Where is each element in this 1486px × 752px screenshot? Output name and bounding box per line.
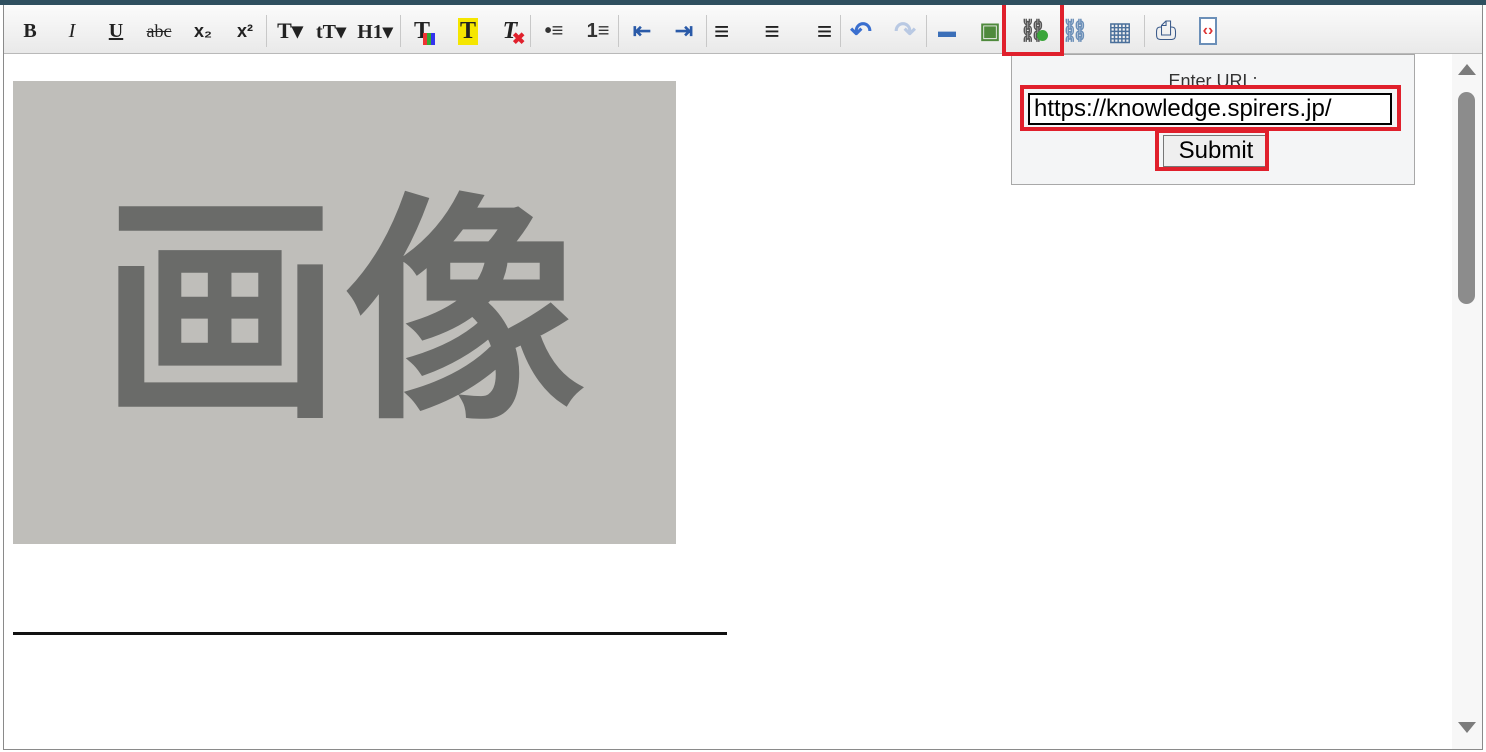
align-right-button[interactable]: ≡ [800, 13, 832, 49]
font-family-button[interactable]: T▾ [274, 13, 306, 49]
text-color-button[interactable]: T [406, 13, 438, 49]
scroll-up-arrow-icon[interactable] [1458, 64, 1476, 75]
toolbar-separator [840, 15, 841, 47]
bulleted-list-button[interactable]: •≡ [538, 13, 570, 49]
strikethrough-button[interactable]: abc [140, 13, 178, 49]
align-left-icon: ≡ [714, 15, 730, 46]
heading-icon: H1▾ [357, 20, 393, 43]
highlight-icon: T [457, 17, 478, 45]
indent-button[interactable]: ⇥ [668, 13, 700, 49]
view-source-button[interactable]: ‹› [1194, 13, 1222, 49]
highlight-color-button[interactable]: T [452, 13, 484, 49]
strikethrough-icon: abc [146, 20, 172, 41]
toolbar-separator [530, 15, 531, 47]
link-popup: Enter URL: Submit [1011, 54, 1415, 185]
toolbar-separator [1144, 15, 1145, 47]
toolbar-separator [706, 15, 707, 47]
source-code-icon: ‹› [1198, 17, 1218, 45]
align-center-button[interactable]: ≡ [756, 13, 788, 49]
outdent-button[interactable]: ⇤ [626, 13, 658, 49]
bold-icon: B [23, 19, 37, 42]
color-swatch-icon [423, 33, 435, 45]
toolbar-separator [618, 15, 619, 47]
image-text: 画像 [100, 172, 589, 453]
redo-button[interactable]: ↷ [890, 13, 920, 49]
undo-icon: ↶ [850, 15, 872, 46]
font-size-icon: tT▾ [315, 20, 347, 43]
table-icon: ▦ [1107, 15, 1133, 46]
scroll-down-arrow-icon[interactable] [1458, 722, 1476, 733]
underline-icon: U [108, 19, 124, 42]
italic-icon: I [68, 19, 76, 42]
align-right-icon: ≡ [816, 15, 832, 46]
bulleted-list-icon: •≡ [544, 19, 564, 42]
superscript-button[interactable]: x² [230, 13, 260, 49]
undo-button[interactable]: ↶ [846, 13, 876, 49]
redo-icon: ↷ [894, 15, 916, 46]
remove-link-button[interactable]: ⛓ [1060, 13, 1090, 49]
red-x-icon: ✖ [512, 31, 526, 48]
print-icon: ⎙ [1155, 15, 1177, 45]
align-center-icon: ≡ [764, 15, 780, 46]
clear-format-button[interactable]: T ✖ [494, 13, 526, 49]
indent-icon: ⇥ [674, 18, 694, 43]
url-input[interactable] [1028, 93, 1392, 125]
italic-button[interactable]: I [58, 13, 86, 49]
vertical-scrollbar[interactable] [1452, 54, 1482, 749]
horizontal-rule [13, 632, 727, 635]
insert-image-button[interactable]: ▣ [976, 13, 1004, 49]
toolbar-separator [400, 15, 401, 47]
superscript-icon: x² [236, 20, 253, 41]
editor-toolbar: B I U abc x₂ x² T▾ tT▾ H1▾ T T T ✖ •≡ 1≡… [4, 5, 1482, 54]
heading-button[interactable]: H1▾ [354, 13, 396, 49]
bold-button[interactable]: B [16, 13, 44, 49]
print-button[interactable]: ⎙ [1150, 13, 1182, 49]
add-badge-icon [1037, 30, 1048, 41]
toolbar-separator [926, 15, 927, 47]
outdent-icon: ⇤ [632, 18, 652, 43]
font-size-button[interactable]: tT▾ [312, 13, 350, 49]
horizontal-rule-button[interactable]: ▬ [932, 13, 962, 49]
numbered-list-button[interactable]: 1≡ [582, 13, 614, 49]
align-left-button[interactable]: ≡ [714, 13, 746, 49]
insert-table-button[interactable]: ▦ [1104, 13, 1136, 49]
toolbar-separator [266, 15, 267, 47]
scroll-thumb[interactable] [1458, 92, 1475, 304]
subscript-button[interactable]: x₂ [188, 13, 218, 49]
font-family-icon: T▾ [277, 18, 303, 43]
rich-text-editor: B I U abc x₂ x² T▾ tT▾ H1▾ T T T ✖ •≡ 1≡… [3, 5, 1483, 750]
inserted-image[interactable]: 画像 [13, 81, 676, 544]
numbered-list-icon: 1≡ [586, 19, 610, 42]
submit-button[interactable]: Submit [1163, 135, 1269, 167]
subscript-icon: x₂ [193, 20, 212, 41]
underline-button[interactable]: U [102, 13, 130, 49]
enter-url-label: Enter URL: [1168, 71, 1258, 91]
horizontal-rule-icon: ▬ [938, 20, 956, 41]
insert-link-button[interactable]: ⛓ [1016, 13, 1050, 49]
image-icon: ▣ [979, 18, 1001, 43]
unlink-icon: ⛓ [1061, 18, 1089, 43]
